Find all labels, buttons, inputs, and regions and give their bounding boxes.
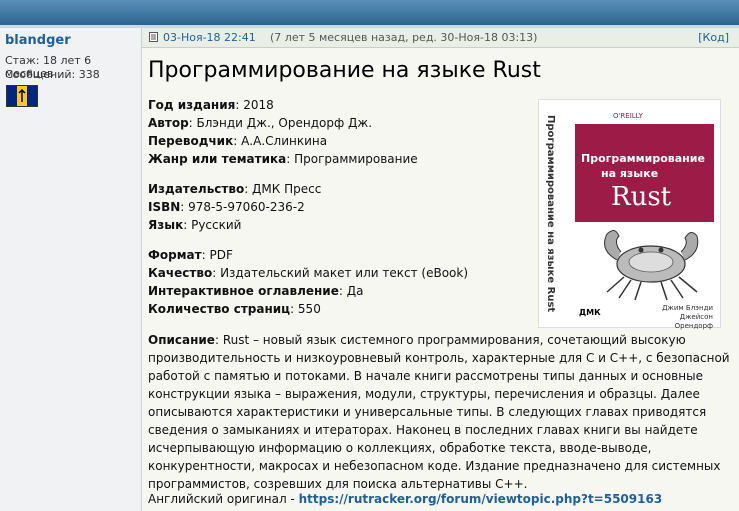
original-link-line: Английский оригинал - https://rutracker.… [148, 492, 662, 506]
cover-title-line2: на языке [601, 167, 659, 180]
user-sidebar: blandger Стаж: 18 лет 6 месяцев Сообщени… [0, 28, 142, 511]
username-link[interactable]: blandger [5, 33, 71, 48]
cover-title-line1: Программирование [581, 152, 705, 165]
posts-label: Сообщений: [5, 68, 76, 81]
field-year: Год издания: 2018 [148, 98, 274, 112]
field-page-count: Количество страниц: 550 [148, 302, 321, 316]
tenure-label: Стаж: [5, 54, 40, 67]
field-genre: Жанр или тематика: Программирование [148, 152, 418, 166]
crab-illustration-icon [604, 230, 699, 301]
post-title: Программирование на языке Rust [148, 58, 541, 83]
post-icon [149, 32, 158, 42]
posts-value: 338 [78, 68, 100, 81]
field-interactive-toc: Интерактивное оглавление: Да [148, 284, 364, 298]
post-date-link[interactable]: 03-Ноя-18 22:41 [163, 31, 256, 44]
field-quality: Качество: Издательский макет или текст (… [148, 266, 469, 280]
cover-publisher-mark: O'REILLY [613, 112, 643, 120]
book-details: Год издания: 2018 Автор: Блэнди Дж., Оре… [148, 96, 528, 318]
field-translator: Переводчик: А.А.Слинкина [148, 134, 328, 148]
country-flag-icon [6, 85, 38, 107]
field-publisher: Издательство: ДМК Пресс [148, 182, 322, 196]
field-format: Формат: PDF [148, 248, 233, 262]
book-cover-image: Программирование на языке Rust O'REILLY … [538, 99, 721, 330]
cover-imprint: ДМК [579, 308, 601, 317]
post-body: 03-Ноя-18 22:41 (7 лет 5 месяцев назад, … [142, 28, 739, 511]
code-link[interactable]: [Код] [698, 31, 729, 44]
site-header-bar [0, 0, 739, 27]
original-label: Английский оригинал - [148, 492, 295, 506]
cover-authors: Джим Блэнди Джейсон Орендорф [662, 304, 713, 330]
cover-spine-title: Программирование на языке Rust [545, 115, 556, 313]
original-link[interactable]: https://rutracker.org/forum/viewtopic.ph… [299, 492, 663, 506]
book-description: Описание: Rust – новый язык системного п… [148, 333, 730, 491]
user-posts: Сообщений: 338 [5, 68, 100, 81]
description-text: Rust – новый язык системного программиро… [148, 333, 730, 491]
field-author: Автор: Блэнди Дж., Орендорф Дж. [148, 116, 373, 130]
description-label: Описание [148, 333, 215, 347]
cover-title-line3: Rust [611, 182, 672, 212]
field-language: Язык: Русский [148, 218, 242, 232]
field-isbn: ISBN: 978-5-97060-236-2 [148, 200, 305, 214]
post-header: 03-Ноя-18 22:41 (7 лет 5 месяцев назад, … [142, 28, 739, 48]
post-edit-info: (7 лет 5 месяцев назад, ред. 30-Ноя-18 0… [270, 31, 538, 44]
